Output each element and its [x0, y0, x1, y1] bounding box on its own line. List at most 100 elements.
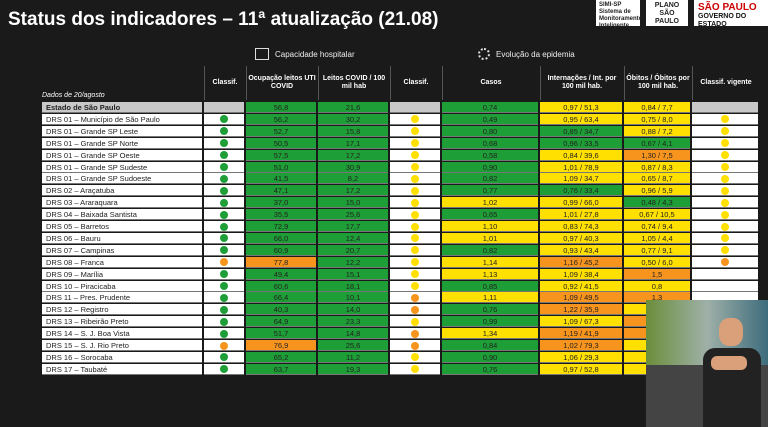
status-dot-icon — [220, 258, 228, 267]
leitos-value: 15,0 — [318, 197, 388, 209]
table-row: DRS 06 – Bauru 66,0 12,4 1,01 0,97 / 40,3 1,0… — [42, 232, 767, 244]
classif-vigente — [692, 102, 758, 113]
internacoes-value: 0,99 / 66,0 — [540, 197, 622, 209]
classif-hospital — [204, 113, 244, 125]
col-classif2: Classif. — [390, 66, 441, 100]
classif-hospital — [204, 125, 244, 137]
classif-epidemia — [390, 280, 440, 292]
internacoes-value: 1,16 / 45,2 — [540, 256, 622, 268]
ocupacao-value: 51,7 — [246, 328, 316, 340]
region-name: DRS 10 – Piracicaba — [42, 280, 202, 292]
ocupacao-value: 37,0 — [246, 197, 316, 209]
obitos-value: 0,87 / 8,3 — [624, 161, 690, 173]
leitos-value: 17,1 — [318, 137, 388, 149]
status-dot-icon — [220, 151, 228, 160]
internacoes-value: 0,85 / 34,7 — [540, 125, 622, 137]
obitos-value: 0,67 / 10,5 — [624, 209, 690, 221]
internacoes-value: 0,97 / 51,3 — [540, 102, 622, 113]
region-name: DRS 16 – Sorocaba — [42, 351, 202, 363]
page-title: Status dos indicadores – 11ª atualização… — [8, 9, 439, 30]
classif-epidemia — [390, 256, 440, 268]
obitos-value: 0,74 / 9,4 — [624, 221, 690, 232]
status-dot-icon — [721, 127, 729, 136]
casos-value: 0,77 — [442, 185, 538, 197]
ocupacao-value: 41,5 — [246, 173, 316, 185]
plano-logo: PLANO SÃO PAULO — [646, 0, 688, 26]
classif-vigente — [692, 113, 758, 125]
section-hospital-label: Capacidade hospitalar — [275, 49, 355, 59]
classif-epidemia — [390, 316, 440, 328]
casos-value: 1,34 — [442, 328, 538, 340]
leitos-value: 30,2 — [318, 113, 388, 125]
table-row: Estado de São Paulo 56,8 21,6 0,74 0,97 / 51… — [42, 102, 767, 113]
region-name: DRS 06 – Bauru — [42, 232, 202, 244]
internacoes-value: 1,09 / 67,3 — [540, 316, 622, 328]
region-name: DRS 01 – Grande SP Leste — [42, 125, 202, 137]
casos-value: 0,68 — [442, 137, 538, 149]
casos-value: 1,02 — [442, 197, 538, 209]
region-name: DRS 01 – Grande SP Sudeste — [42, 161, 202, 173]
casos-value: 1,14 — [442, 256, 538, 268]
internacoes-value: 0,96 / 33,5 — [540, 137, 622, 149]
status-dot-icon — [220, 317, 228, 326]
col-ocupacao: Ocupação leitos UTI COVID — [246, 66, 317, 100]
classif-epidemia — [390, 125, 440, 137]
table-row: DRS 03 – Araraquara 37,0 15,0 1,02 0,99 / 66… — [42, 197, 767, 209]
classif-hospital — [204, 173, 244, 185]
status-dot-icon — [220, 210, 228, 219]
ocupacao-value: 57,5 — [246, 149, 316, 161]
virus-icon — [478, 48, 490, 60]
ocupacao-value: 65,2 — [246, 351, 316, 363]
status-dot-icon — [220, 127, 228, 136]
obitos-value: 0,77 / 9,1 — [624, 244, 690, 256]
status-dot-icon — [721, 258, 729, 267]
region-name: DRS 12 – Registro — [42, 304, 202, 316]
classif-epidemia — [390, 304, 440, 316]
classif-hospital — [204, 232, 244, 244]
classif-epidemia — [390, 137, 440, 149]
internacoes-value: 1,01 / 78,9 — [540, 161, 622, 173]
section-hospital: Capacidade hospitalar — [255, 48, 355, 60]
classif-hospital — [204, 340, 244, 351]
classif-epidemia — [390, 221, 440, 232]
col-obitos: Óbitos / Óbitos por 100 mil hab. — [624, 66, 691, 100]
leitos-value: 21,6 — [318, 102, 388, 113]
status-dot-icon — [411, 210, 419, 219]
gov-logo-bottom: GOVERNO DO ESTADO — [698, 13, 747, 28]
status-dot-icon — [411, 258, 419, 267]
classif-vigente — [692, 185, 758, 197]
classif-vigente — [692, 209, 758, 221]
status-dot-icon — [721, 234, 729, 243]
status-dot-icon — [411, 246, 419, 255]
casos-value: 0,84 — [442, 340, 538, 351]
classif-hospital — [204, 328, 244, 340]
obitos-value: 0,84 / 7,7 — [624, 102, 690, 113]
table-row: DRS 04 – Baixada Santista 35,5 25,6 0,65 1,0… — [42, 209, 767, 221]
casos-value: 0,49 — [442, 113, 538, 125]
sign-language-interpreter-video — [646, 300, 768, 427]
region-name: DRS 07 – Campinas — [42, 244, 202, 256]
status-dot-icon — [721, 246, 729, 255]
ocupacao-value: 51,0 — [246, 161, 316, 173]
status-dot-icon — [411, 282, 419, 290]
casos-value: 1,11 — [442, 292, 538, 304]
classif-epidemia — [390, 173, 440, 185]
status-dot-icon — [220, 174, 228, 183]
ocupacao-value: 40,3 — [246, 304, 316, 316]
status-dot-icon — [220, 186, 228, 195]
internacoes-value: 1,09 / 34,7 — [540, 173, 622, 185]
internacoes-value: 0,92 / 41,5 — [540, 280, 622, 292]
classif-vigente — [692, 173, 758, 185]
status-dot-icon — [220, 234, 228, 243]
obitos-value: 0,75 / 8,0 — [624, 113, 690, 125]
obitos-value: 1,30 / 7,5 — [624, 149, 690, 161]
status-dot-icon — [411, 365, 419, 374]
table-row: DRS 01 – Grande SP Leste 52,7 15,8 0,80 0,85… — [42, 125, 767, 137]
leitos-value: 17,7 — [318, 221, 388, 232]
casos-value: 0,76 — [442, 363, 538, 375]
casos-value: 0,90 — [442, 351, 538, 363]
internacoes-value: 1,22 / 35,9 — [540, 304, 622, 316]
classif-epidemia — [390, 209, 440, 221]
ocupacao-value: 66,4 — [246, 292, 316, 304]
status-dot-icon — [411, 305, 419, 314]
